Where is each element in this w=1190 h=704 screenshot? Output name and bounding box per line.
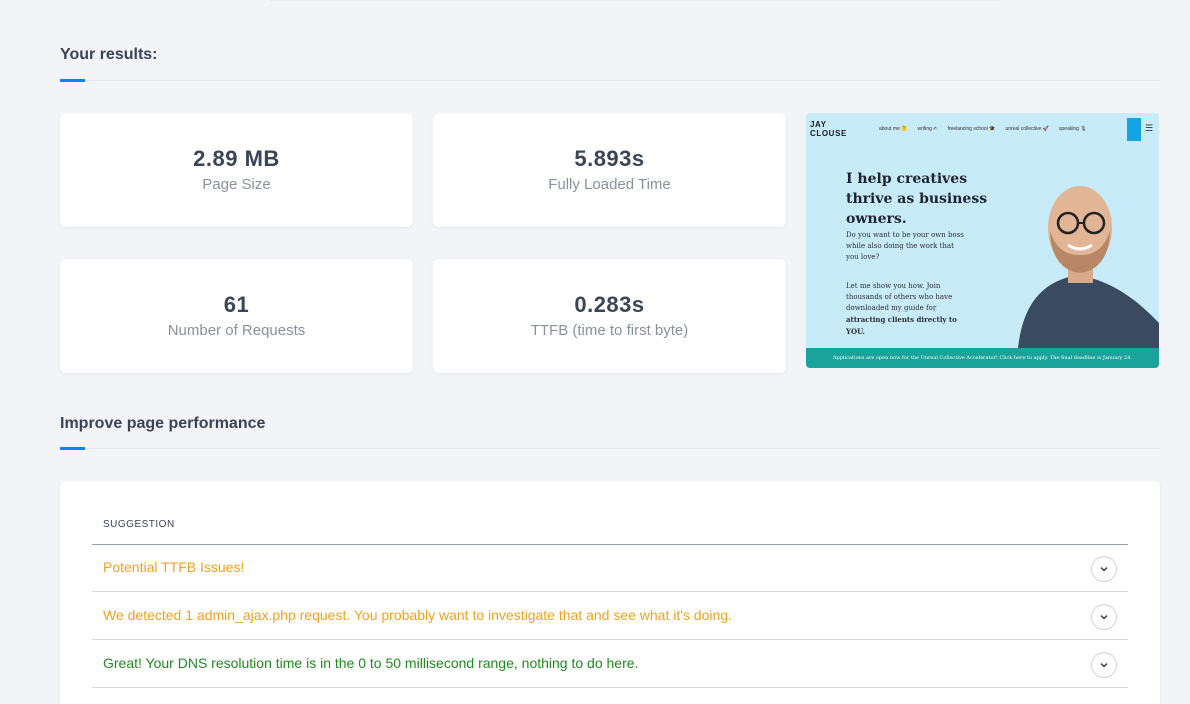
preview-nav: about me 🤔 writing ✍ freelancing school … — [879, 126, 1087, 132]
preview-paragraph-1: Do you want to be your own boss while al… — [846, 231, 964, 261]
chevron-down-icon — [1100, 615, 1108, 620]
stat-value: 5.893s — [574, 146, 645, 171]
preview-nav-item: about me 🤔 — [879, 126, 908, 132]
improve-accent — [60, 447, 85, 450]
page-screenshot-preview: JAY CLOUSE about me 🤔 writing ✍ freelanc… — [806, 113, 1159, 368]
preview-paragraph-2-bold: attracting clients directly to YOU. — [846, 315, 957, 336]
stat-value: 61 — [223, 292, 250, 317]
suggestion-row[interactable]: Potential TTFB Issues! — [92, 544, 1128, 592]
results-title: Your results: — [60, 46, 158, 63]
suggestion-text: Potential TTFB Issues! — [103, 559, 245, 575]
stat-value: 0.283s — [574, 292, 645, 317]
preview-logo: JAY CLOUSE — [810, 120, 870, 138]
stat-label: Fully Loaded Time — [548, 176, 671, 193]
results-accent — [60, 79, 85, 82]
preview-paragraph-2-text: Let me show you how. Join thousands of o… — [846, 282, 953, 312]
stat-label: Number of Requests — [167, 322, 306, 339]
stat-label: TTFB (time to first byte) — [530, 322, 689, 339]
suggestion-text: Great! Your DNS resolution time is in th… — [103, 655, 639, 671]
preview-nav-item: speaking 🎙 — [1058, 126, 1087, 132]
person-photo-icon — [1018, 186, 1159, 348]
expand-toggle[interactable] — [1091, 556, 1117, 582]
preview-footer-banner: Applications are open now for the Unreal… — [806, 348, 1159, 368]
improve-title: Improve page performance — [60, 415, 266, 432]
expand-toggle[interactable] — [1091, 652, 1117, 678]
preview-nav-item: unreal collective 🚀 — [1005, 126, 1049, 132]
stat-card-page-size: 2.89 MB Page Size — [60, 113, 413, 227]
suggestion-column-header: SUGGESTION — [103, 519, 175, 530]
improve-rule — [60, 448, 1160, 449]
preview-nav-item: freelancing school 🎓 — [947, 126, 996, 132]
top-divider — [270, 0, 1000, 1]
preview-nav-item: writing ✍ — [917, 126, 938, 132]
results-rule — [60, 80, 1160, 81]
stat-label: Page Size — [202, 176, 271, 193]
suggestion-row[interactable]: We detected 1 admin_ajax.php request. Yo… — [92, 592, 1128, 640]
stat-card-requests: 61 Number of Requests — [60, 259, 413, 373]
preview-headline: I help creatives thrive as business owne… — [846, 171, 988, 227]
preview-cta-button — [1127, 118, 1141, 141]
preview-logo-line2: CLOUSE — [810, 129, 847, 138]
stat-value: 2.89 MB — [193, 146, 280, 171]
expand-toggle[interactable] — [1091, 604, 1117, 630]
suggestions-panel: SUGGESTION Potential TTFB Issues! We det… — [60, 481, 1160, 704]
preview-logo-line1: JAY — [810, 120, 827, 129]
chevron-down-icon — [1100, 663, 1108, 668]
chevron-down-icon — [1100, 567, 1108, 572]
stat-card-ttfb: 0.283s TTFB (time to first byte) — [433, 259, 786, 373]
hamburger-icon: ☰ — [1145, 123, 1154, 133]
preview-paragraph-2: Let me show you how. Join thousands of o… — [846, 281, 966, 338]
suggestion-text: We detected 1 admin_ajax.php request. Yo… — [103, 607, 732, 623]
suggestion-row[interactable]: Great! Your DNS resolution time is in th… — [92, 640, 1128, 688]
stat-card-fully-loaded: 5.893s Fully Loaded Time — [433, 113, 786, 227]
